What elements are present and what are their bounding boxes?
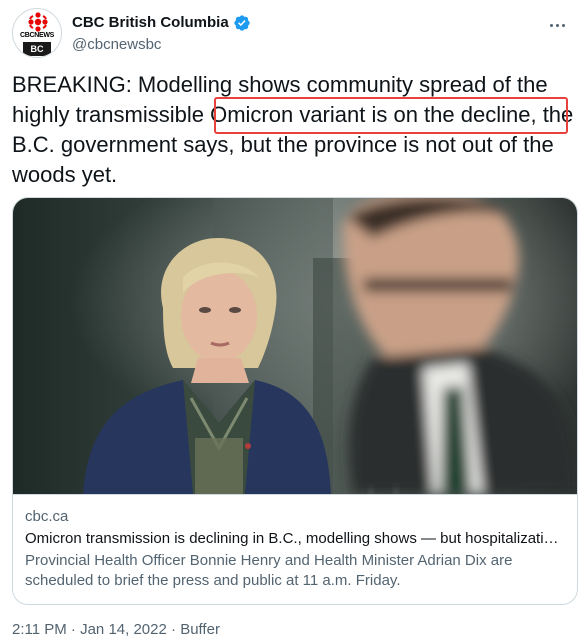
avatar-region-text: BC — [23, 42, 51, 56]
tweet-text-highlight: Omicron variant is on the decline, — [210, 102, 537, 127]
tweet-header: CBCNEWS BC CBC British Columbia @cbcnews… — [12, 8, 572, 60]
tweet-source[interactable]: Buffer — [180, 621, 220, 638]
card-domain: cbc.ca — [25, 508, 69, 525]
card-title: Omicron transmission is declining in B.C… — [25, 530, 559, 547]
display-name-row: CBC British Columbia — [72, 13, 251, 33]
display-name[interactable]: CBC British Columbia — [72, 13, 229, 33]
card-photo — [13, 198, 577, 494]
avatar[interactable]: CBCNEWS BC — [12, 8, 62, 58]
verified-badge-icon — [234, 15, 250, 31]
card-meta[interactable]: cbc.ca Omicron transmission is declining… — [13, 494, 577, 604]
meta-separator-1: · — [66, 621, 81, 638]
avatar-brand-text: CBCNEWS — [19, 32, 55, 39]
tweet-meta-line: 2:11 PM · Jan 14, 2022 · Buffer — [12, 620, 220, 640]
author-names: CBC British Columbia @cbcnewsbc — [72, 13, 251, 55]
cbc-gem-logo-icon — [28, 12, 48, 32]
card-image[interactable] — [13, 198, 577, 494]
meta-separator-2: · — [166, 621, 181, 638]
card-description: Provincial Health Officer Bonnie Henry a… — [25, 552, 513, 589]
tweet-text: BREAKING: Modelling shows community spre… — [12, 70, 578, 190]
more-options-icon[interactable] — [546, 14, 568, 36]
tweet-date[interactable]: Jan 14, 2022 — [80, 621, 167, 638]
handle[interactable]: @cbcnewsbc — [72, 35, 251, 55]
link-preview-card[interactable]: cbc.ca Omicron transmission is declining… — [12, 197, 578, 605]
tweet-time[interactable]: 2:11 PM — [12, 621, 67, 638]
